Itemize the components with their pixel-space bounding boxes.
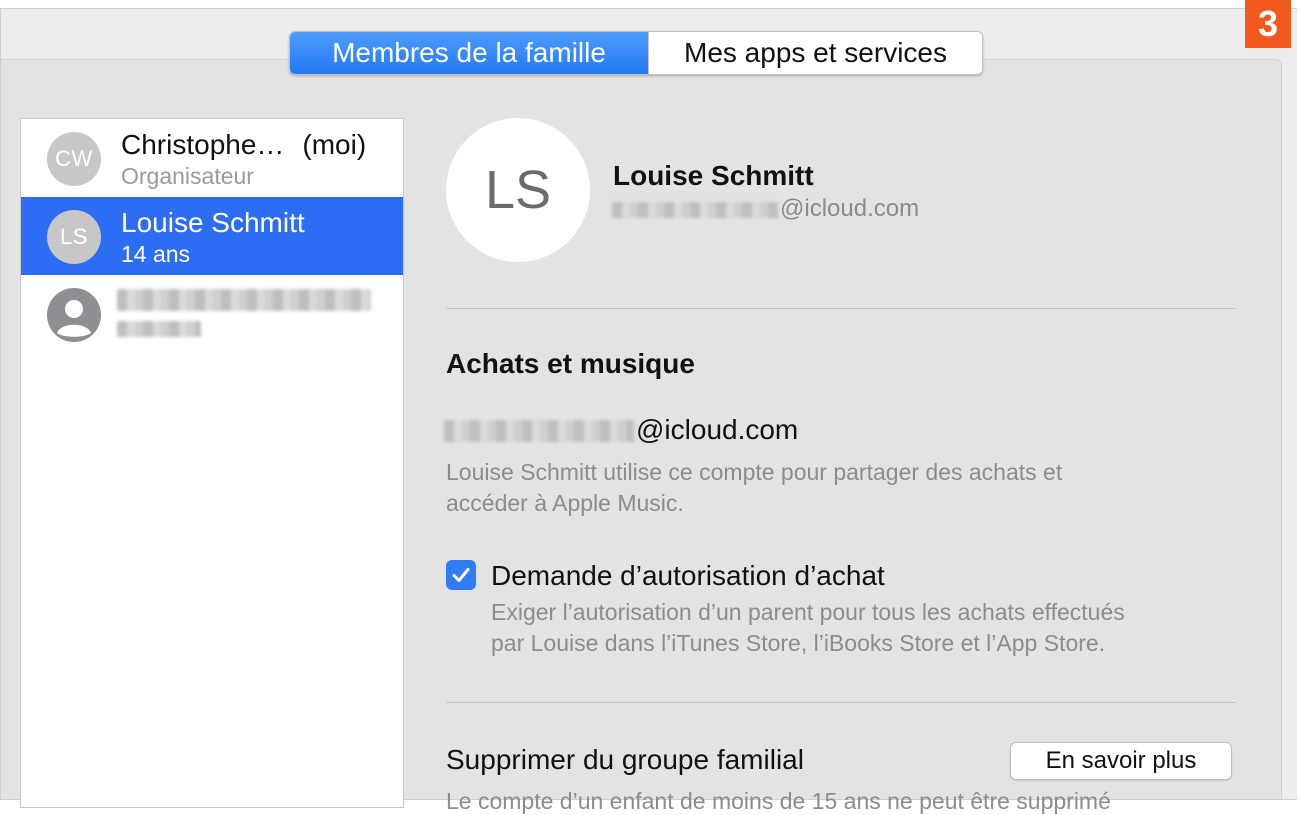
member-name-text: Christophe… xyxy=(121,129,285,160)
remove-description-partial: Le compte d’un enfant de moins de 15 ans… xyxy=(446,788,1111,814)
redacted-email-user xyxy=(612,202,778,218)
purchase-account-email: @icloud.com xyxy=(636,414,799,445)
avatar: CW xyxy=(47,132,101,186)
remove-from-family-title: Supprimer du groupe familial xyxy=(446,744,804,775)
member-avatar-large: LS xyxy=(446,118,590,262)
member-role: Organisateur xyxy=(121,163,254,189)
ask-to-buy-label[interactable]: Demande d’autorisation d’achat xyxy=(491,560,885,592)
divider xyxy=(446,702,1236,703)
purchase-account-description: Louise Schmitt utilise ce compte pour pa… xyxy=(446,457,1062,519)
description-line: Louise Schmitt utilise ce compte pour pa… xyxy=(446,459,1063,485)
description-line: accéder à Apple Music. xyxy=(446,490,684,516)
person-icon xyxy=(47,288,101,342)
divider xyxy=(446,308,1236,309)
tab-family-members[interactable]: Membres de la famille xyxy=(290,32,648,74)
member-detail-name: Louise Schmitt xyxy=(613,160,814,191)
tab-my-apps-services[interactable]: Mes apps et services xyxy=(648,32,982,74)
description-line: par Louise dans l’iTunes Store, l’iBooks… xyxy=(491,630,1106,656)
redacted-name xyxy=(117,289,371,311)
checkmark-icon xyxy=(452,568,470,582)
member-name: Christophe… (moi) xyxy=(121,129,366,161)
family-member-list: CW Christophe… (moi) Organisateur LS Loui… xyxy=(20,118,404,808)
member-detail-email: @icloud.com xyxy=(780,195,920,222)
ask-to-buy-checkbox[interactable] xyxy=(446,560,476,590)
avatar: LS xyxy=(47,210,101,264)
ask-to-buy-description: Exiger l’autorisation d’un parent pour t… xyxy=(491,597,1125,659)
redacted-account-user xyxy=(444,420,634,442)
learn-more-button[interactable]: En savoir plus xyxy=(1010,742,1232,780)
step-badge: 3 xyxy=(1245,0,1291,48)
description-line: Exiger l’autorisation d’un parent pour t… xyxy=(491,599,1125,625)
member-item-organizer[interactable]: CW Christophe… (moi) Organisateur xyxy=(21,119,403,197)
member-name: Louise Schmitt xyxy=(121,207,305,238)
member-item-selected[interactable]: LS Louise Schmitt 14 ans xyxy=(21,197,403,275)
section-title-purchases: Achats et musique xyxy=(446,348,695,379)
member-item-redacted[interactable] xyxy=(21,275,403,353)
redacted-role xyxy=(117,321,201,337)
member-age: 14 ans xyxy=(121,241,191,267)
me-indicator: (moi) xyxy=(302,129,367,160)
view-switcher: Membres de la famille Mes apps et servic… xyxy=(289,31,983,75)
